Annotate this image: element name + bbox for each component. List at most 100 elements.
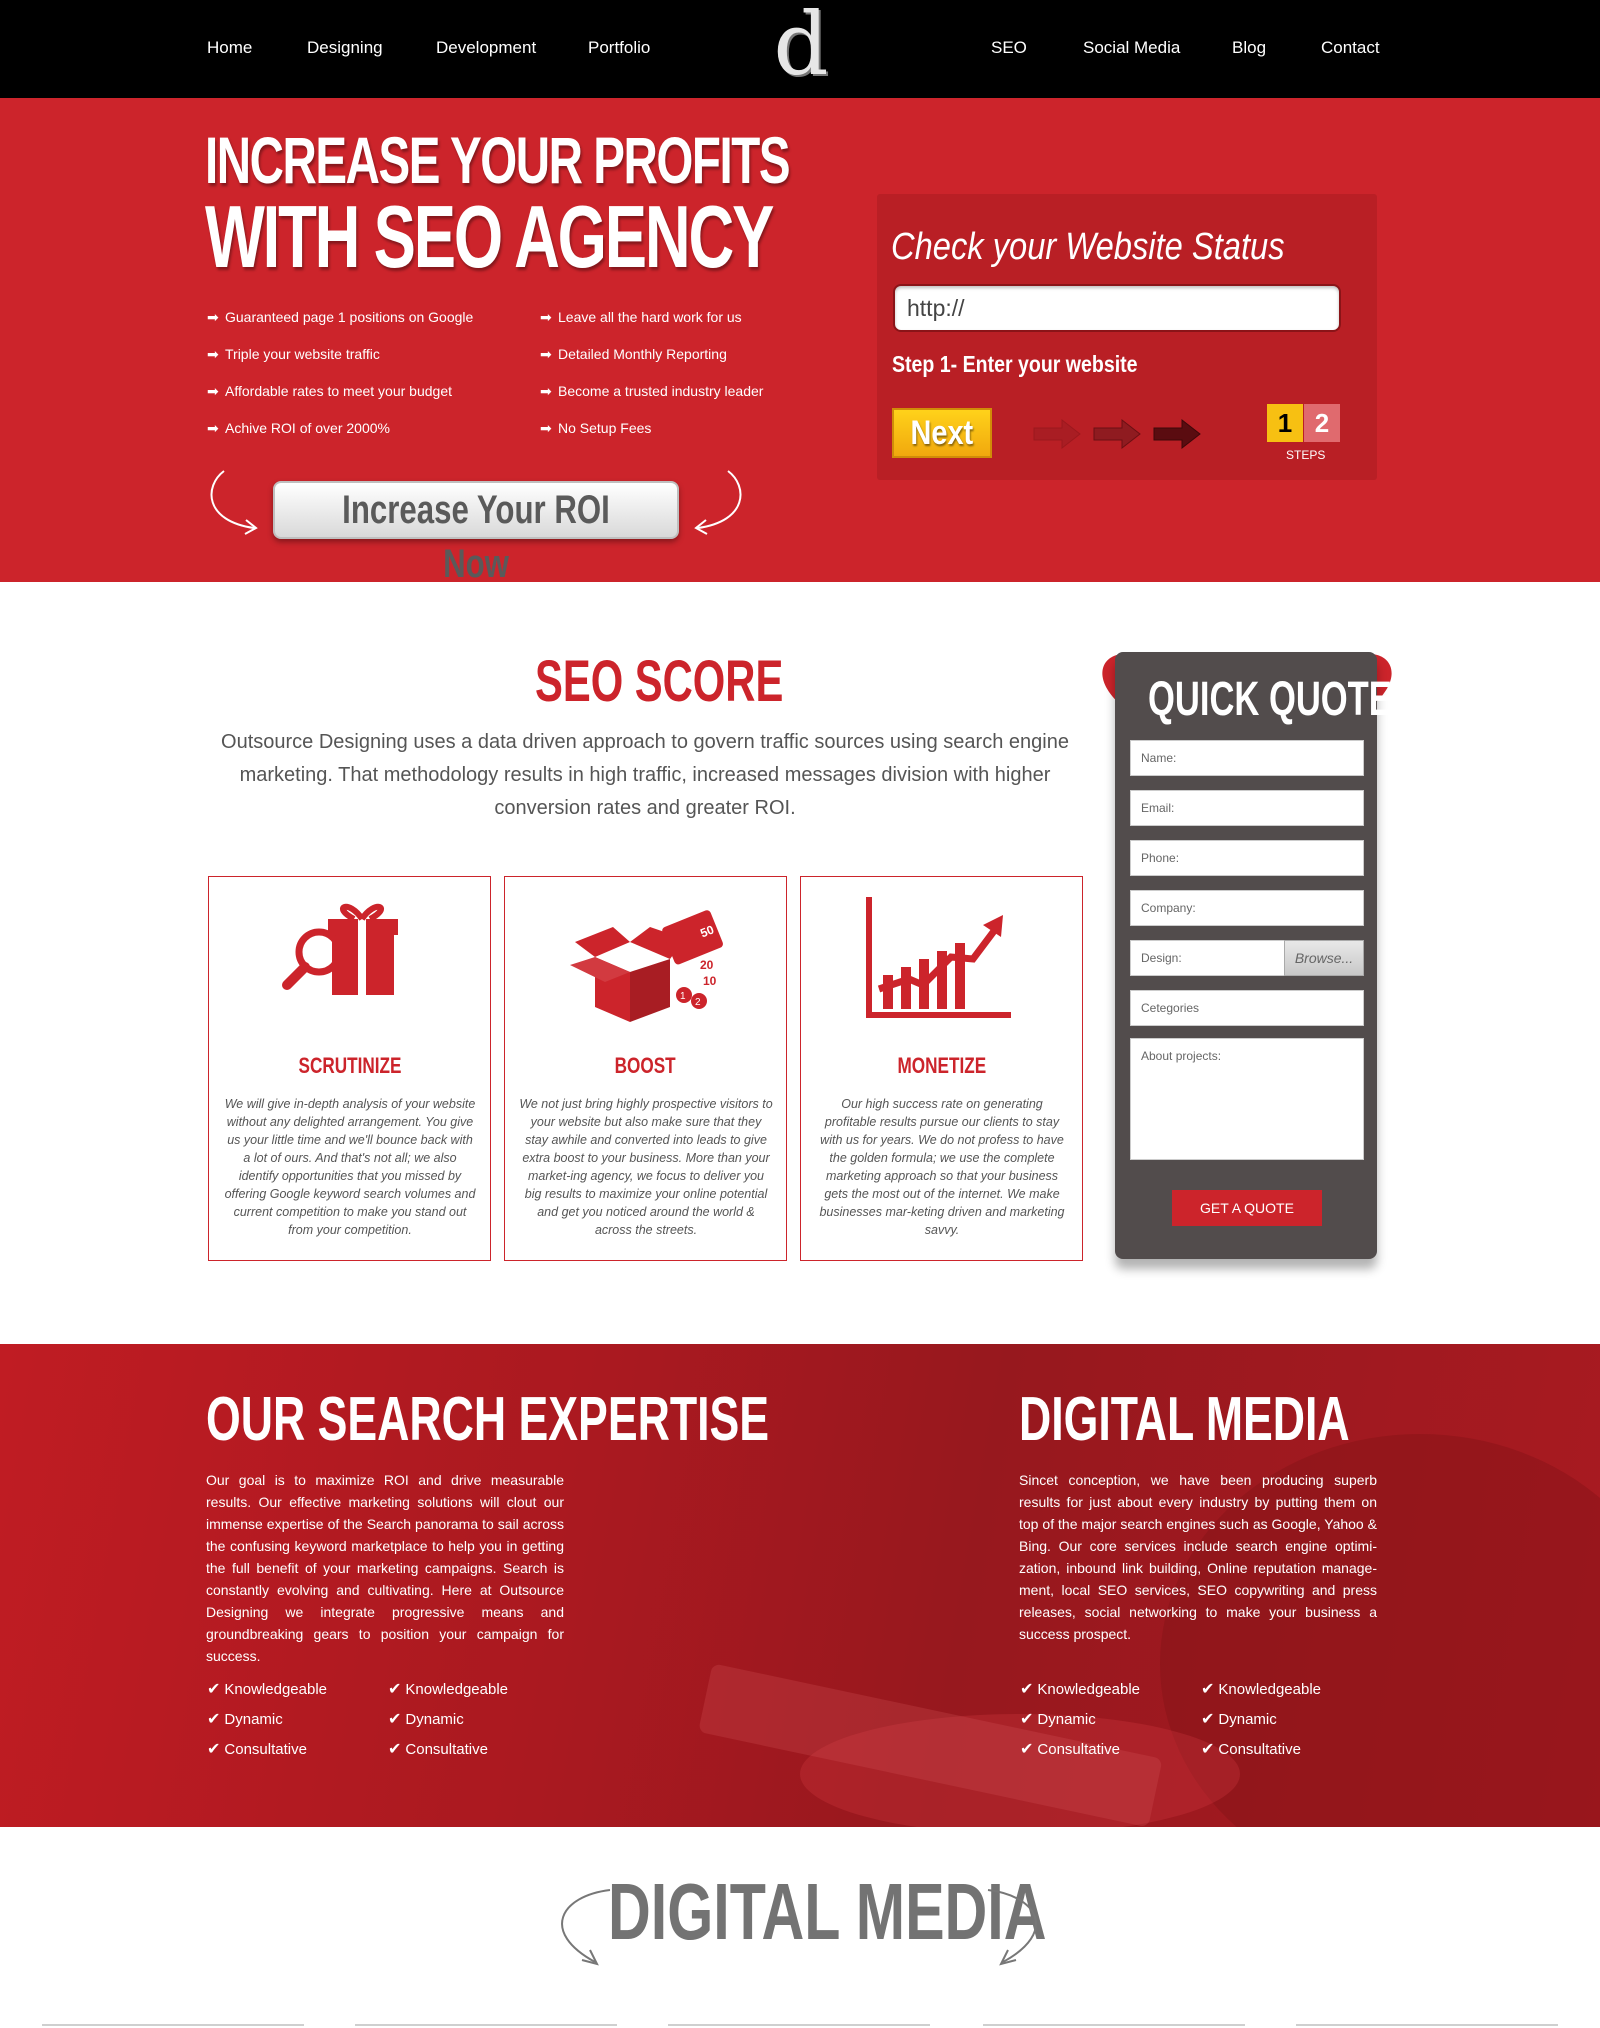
get-quote-button[interactable]: GET A QUOTE: [1172, 1190, 1322, 1226]
feature-item: ➡ Detailed Monthly Reporting: [540, 346, 727, 362]
check-item: ✔ Dynamic: [207, 1711, 283, 1728]
check-item: ✔ Knowledgeable: [1201, 1681, 1321, 1698]
check-icon: ✔: [1201, 1711, 1215, 1728]
feature-item: ➡ No Setup Fees: [540, 420, 652, 436]
check-item: ✔ Consultative: [1201, 1741, 1301, 1758]
logo[interactable]: d: [770, 2, 832, 90]
digital-media-band-title: DIGITAL MEDIA: [1019, 1385, 1350, 1454]
arrow-right-icon: ➡: [207, 309, 219, 325]
service-card: SCRUTINIZE We will give in-depth analysi…: [208, 876, 491, 1261]
check-icon: ✔: [388, 1711, 402, 1728]
check-item: ✔ Knowledgeable: [1020, 1681, 1140, 1698]
design-field-label: Design:: [1141, 951, 1182, 965]
top-nav: Home Designing Development Portfolio d S…: [0, 0, 1600, 98]
check-icon: ✔: [1020, 1711, 1034, 1728]
feature-item: ➡ Leave all the hard work for us: [540, 309, 742, 325]
hero-title-line2: WITH SEO AGENCY: [205, 187, 774, 286]
steps-label: STEPS: [1286, 448, 1326, 462]
nav-development[interactable]: Development: [436, 38, 536, 58]
company-field[interactable]: Company:: [1130, 890, 1364, 926]
divider: [355, 2024, 617, 2026]
growth-chart-icon: [866, 897, 1011, 1018]
check-icon: ✔: [388, 1681, 402, 1698]
website-status-panel: Check your Website Status Step 1- Enter …: [877, 194, 1377, 480]
nav-social-media[interactable]: Social Media: [1083, 38, 1180, 58]
check-item: ✔ Consultative: [1020, 1741, 1120, 1758]
feature-item: ➡ Triple your website traffic: [207, 346, 380, 362]
quick-quote-panel: QUICK QUOTE Name: Email: Phone: Company:…: [1115, 652, 1392, 1259]
expertise-band: OUR SEARCH EXPERTISE Our goal is to maxi…: [0, 1344, 1600, 1827]
box-tickets-icon: 50 20 10 1 2: [570, 910, 723, 1022]
check-item: ✔ Consultative: [388, 1741, 488, 1758]
divider: [42, 2024, 304, 2026]
check-icon: ✔: [207, 1681, 221, 1698]
card-title: SCRUTINIZE: [298, 1053, 401, 1078]
check-icon: ✔: [1020, 1681, 1034, 1698]
categories-field[interactable]: Cetegories: [1130, 990, 1364, 1026]
nav-seo[interactable]: SEO: [991, 38, 1027, 58]
feature-item: ➡ Achive ROI of over 2000%: [207, 420, 390, 436]
step-label: Step 1- Enter your website: [892, 351, 1138, 377]
check-icon: ✔: [207, 1711, 221, 1728]
name-field[interactable]: Name:: [1130, 740, 1364, 776]
divider: [668, 2024, 930, 2026]
about-projects-textarea[interactable]: About projects:: [1130, 1038, 1364, 1160]
progress-arrows-icon: [1033, 418, 1201, 450]
feature-item: ➡ Guaranteed page 1 positions on Google: [207, 309, 474, 325]
hero: INCREASE YOUR PROFITS WITH SEO AGENCY ➡ G…: [0, 98, 1600, 586]
card-title: BOOST: [614, 1053, 677, 1078]
service-card: 50 20 10 1 2 BOOST We not just bring hig…: [504, 876, 787, 1261]
digital-media-band-text: Sincet conception, we have been producin…: [1019, 1472, 1377, 1642]
curved-arrow-icon: [210, 470, 258, 535]
card-text: Our high success rate on generating prof…: [819, 1097, 1065, 1237]
seo-score-description: Outsource Designing uses a data driven a…: [221, 731, 1069, 819]
check-item: ✔ Knowledgeable: [207, 1681, 327, 1698]
nav-blog[interactable]: Blog: [1232, 38, 1266, 58]
feature-item: ➡ Affordable rates to meet your budget: [207, 383, 452, 399]
check-item: ✔ Consultative: [207, 1741, 307, 1758]
next-button[interactable]: Next: [892, 408, 992, 458]
arrow-right-icon: ➡: [540, 420, 552, 436]
check-item: ✔ Dynamic: [388, 1711, 464, 1728]
arrow-right-icon: ➡: [207, 346, 219, 362]
arrow-right-icon: ➡: [540, 309, 552, 325]
check-item: ✔ Dynamic: [1020, 1711, 1096, 1728]
browse-button[interactable]: Browse...: [1284, 940, 1364, 976]
curved-arrow-icon: [987, 1889, 1037, 1966]
card-text: We not just bring highly prospective vis…: [519, 1097, 773, 1237]
hero-title: INCREASE YOUR PROFITS WITH SEO AGENCY: [205, 123, 791, 286]
divider: [1296, 2024, 1558, 2026]
check-icon: ✔: [1201, 1681, 1215, 1698]
quick-quote-title: QUICK QUOTE: [1148, 673, 1392, 726]
check-icon: ✔: [388, 1741, 402, 1758]
arrow-right-icon: ➡: [207, 420, 219, 436]
step-2-badge: 2: [1304, 404, 1340, 442]
status-title: Check your Website Status: [891, 226, 1285, 268]
hero-title-line1: INCREASE YOUR PROFITS: [205, 123, 791, 197]
phone-field[interactable]: Phone:: [1130, 840, 1364, 876]
email-field[interactable]: Email:: [1130, 790, 1364, 826]
divider: [983, 2024, 1245, 2026]
design-file-field[interactable]: Design: Browse...: [1130, 940, 1364, 976]
arrow-right-icon: ➡: [207, 383, 219, 399]
svg-text:10: 10: [703, 974, 717, 988]
service-card: MONETIZE Our high success rate on genera…: [800, 876, 1083, 1261]
svg-text:1: 1: [680, 991, 686, 1002]
check-icon: ✔: [207, 1741, 221, 1758]
svg-text:20: 20: [700, 958, 714, 972]
card-text: We will give in-depth analysis of your w…: [224, 1097, 476, 1237]
nav-designing[interactable]: Designing: [307, 38, 383, 58]
check-item: ✔ Knowledgeable: [388, 1681, 508, 1698]
step-1-badge: 1: [1267, 404, 1303, 442]
search-expertise-title: OUR SEARCH EXPERTISE: [206, 1385, 770, 1454]
check-icon: ✔: [1020, 1741, 1034, 1758]
seo-score-title: SEO SCORE: [535, 649, 784, 714]
check-item: ✔ Dynamic: [1201, 1711, 1277, 1728]
nav-home[interactable]: Home: [207, 38, 252, 58]
nav-portfolio[interactable]: Portfolio: [588, 38, 650, 58]
search-expertise-text: Our goal is to maximize ROI and drive me…: [206, 1472, 564, 1664]
nav-contact[interactable]: Contact: [1321, 38, 1380, 58]
increase-roi-button[interactable]: Increase Your ROI Now: [273, 481, 679, 586]
arrow-right-icon: ➡: [540, 346, 552, 362]
website-url-input[interactable]: [893, 284, 1341, 332]
